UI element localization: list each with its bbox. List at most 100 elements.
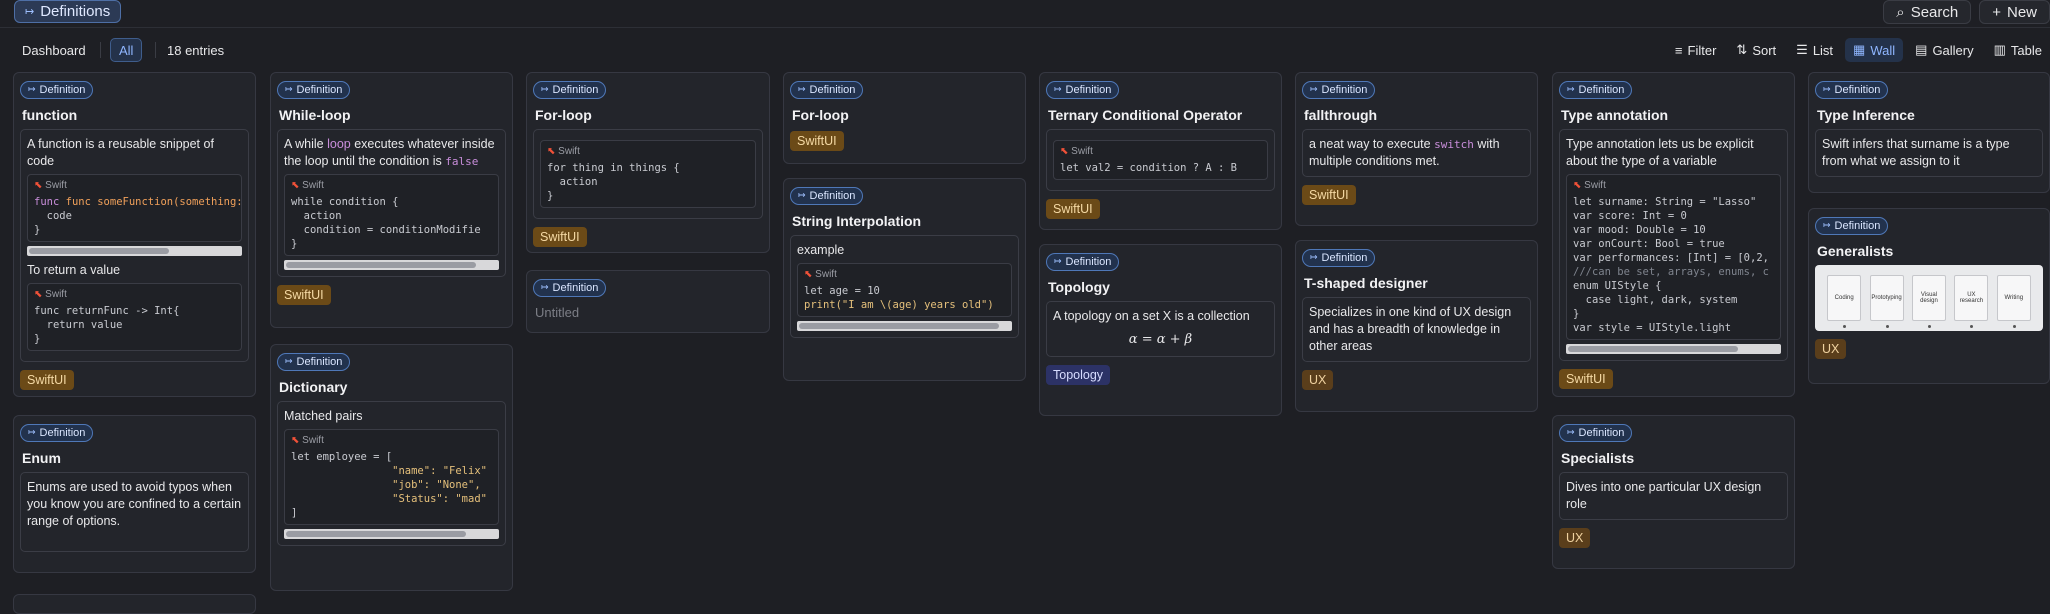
- definition-badge: ↦ Definition: [277, 80, 351, 99]
- card-enum[interactable]: ↦ Definition Enum Enums are used to avoid…: [13, 415, 256, 573]
- swift-icon: ⬉: [34, 288, 43, 300]
- definition-badge: ↦ Definition: [277, 352, 351, 371]
- definition-badge: ↦ Definition: [533, 278, 607, 297]
- scrollbar-thumb[interactable]: [799, 322, 999, 329]
- gallery-view-button[interactable]: ▤ Gallery: [1907, 38, 1981, 62]
- swift-icon: ⬉: [291, 434, 300, 446]
- tag-swiftui[interactable]: SwiftUI: [1559, 368, 1613, 389]
- card-partial[interactable]: [13, 594, 256, 614]
- card-ternary[interactable]: ↦ Definition Ternary Conditional Operator…: [1039, 72, 1282, 230]
- card-content: A while loop executes whatever inside th…: [277, 128, 506, 277]
- list-view-button[interactable]: ☰ List: [1788, 38, 1841, 62]
- swift-icon: ⬉: [547, 145, 556, 157]
- scrollbar-thumb[interactable]: [286, 530, 466, 537]
- definition-icon: ↦: [1567, 427, 1575, 437]
- tag-swiftui[interactable]: SwiftUI: [277, 284, 331, 305]
- card-dictionary[interactable]: ↦ Definition Dictionary Matched pairs ⬉ S…: [270, 344, 513, 591]
- wall-icon: ▦: [1853, 42, 1866, 57]
- tag-swiftui[interactable]: SwiftUI: [533, 226, 587, 247]
- new-button[interactable]: + New: [1979, 0, 2050, 24]
- generalist-skills-image: Coding Prototyping Visual design UX rese…: [1815, 264, 2043, 331]
- scrollbar-thumb[interactable]: [1568, 345, 1738, 352]
- definition-icon: ↦: [285, 356, 293, 366]
- card-type-annotation[interactable]: ↦ Definition Type annotation Type annotat…: [1552, 72, 1795, 397]
- card-type-inference[interactable]: ↦ Definition Type Inference Swift infers …: [1808, 72, 2050, 193]
- table-icon: ▥: [1993, 42, 2006, 57]
- card-content: ⬉ Swift let val2 = condition ? A : B: [1046, 128, 1275, 191]
- tag-ux[interactable]: UX: [1559, 527, 1591, 548]
- code-block: ⬉ Swift func returnFunc -> Int{ return va…: [27, 282, 242, 351]
- filter-icon: ≡: [1674, 42, 1683, 58]
- card-title: Enum: [22, 449, 61, 466]
- card-content: A topology on a set X is a collection α …: [1046, 300, 1275, 357]
- code-block: ⬉ Swift let surname: String = "Lasso" var…: [1566, 173, 1781, 340]
- top-actions: ⌕ Search + New: [1883, 0, 2050, 24]
- swift-language-label: ⬉ Swift: [34, 179, 67, 191]
- horizontal-scrollbar[interactable]: [27, 245, 242, 256]
- card-title: String Interpolation: [792, 212, 922, 229]
- horizontal-scrollbar[interactable]: [284, 259, 499, 270]
- code-block: ⬉ Swift func func someFunction(something:…: [27, 173, 242, 242]
- tag-topology[interactable]: Topology: [1046, 364, 1111, 385]
- code-block: ⬉ Swift let val2 = condition ? A : B: [1053, 139, 1268, 180]
- card-function[interactable]: ↦ Definition function A function is a reu…: [13, 72, 256, 397]
- card-topology[interactable]: ↦ Definition Topology A topology on a set…: [1039, 244, 1282, 416]
- card-t-shaped-designer[interactable]: ↦ Definition T-shaped designer Specialize…: [1295, 240, 1538, 412]
- horizontal-scrollbar[interactable]: [284, 528, 499, 539]
- wall-view-button[interactable]: ▦ Wall: [1845, 38, 1904, 62]
- horizontal-scrollbar[interactable]: [1566, 343, 1781, 354]
- card-untitled[interactable]: ↦ Definition Untitled: [526, 270, 770, 333]
- card-title: Topology: [1048, 278, 1110, 295]
- card-fallthrough[interactable]: ↦ Definition fallthrough a neat way to ex…: [1295, 72, 1538, 226]
- tag-ux[interactable]: UX: [1302, 369, 1334, 390]
- swift-language-label: ⬉ Swift: [291, 434, 324, 446]
- horizontal-scrollbar[interactable]: [797, 320, 1012, 331]
- definition-badge: ↦ Definition: [1559, 423, 1633, 442]
- search-button[interactable]: ⌕ Search: [1883, 0, 1972, 24]
- swift-icon: ⬉: [804, 268, 813, 280]
- card-for-loop[interactable]: ↦ Definition For-loop ⬉ Swift for thing in…: [526, 72, 770, 253]
- tag-swiftui[interactable]: SwiftUI: [1302, 184, 1356, 205]
- divider: [155, 42, 156, 58]
- tab-all[interactable]: All: [110, 38, 143, 62]
- database-title-button[interactable]: ↦ Definitions: [14, 0, 122, 23]
- definition-icon: ↦: [541, 282, 549, 292]
- definition-icon: ↦: [1054, 84, 1062, 94]
- tag-swiftui[interactable]: SwiftUI: [790, 130, 844, 151]
- card-note: To return a value: [27, 262, 121, 277]
- code-block: ⬉ Swift while condition { action conditio…: [284, 173, 499, 256]
- card-for-loop-2[interactable]: ↦ Definition For-loop SwiftUI: [783, 72, 1026, 164]
- sort-button[interactable]: ⇅ Sort: [1728, 38, 1784, 62]
- skill-column: Coding: [1827, 274, 1862, 328]
- definition-icon: ↦: [1823, 84, 1831, 94]
- card-title: For-loop: [792, 106, 849, 123]
- card-description: Enums are used to avoid typos when you k…: [20, 471, 249, 552]
- card-string-interpolation[interactable]: ↦ Definition String Interpolation example…: [783, 178, 1026, 381]
- card-description: A topology on a set X is a collection: [1053, 308, 1250, 323]
- math-formula: α = α + β: [1128, 331, 1193, 347]
- definition-icon: ↦: [798, 190, 806, 200]
- definition-badge: ↦ Definition: [1559, 80, 1633, 99]
- table-view-button[interactable]: ▥ Table: [1986, 38, 2050, 62]
- scrollbar-thumb[interactable]: [29, 247, 169, 254]
- swift-icon: ⬉: [1573, 179, 1582, 191]
- definition-badge: ↦ Definition: [1815, 80, 1889, 99]
- skill-column: Prototyping: [1869, 274, 1904, 328]
- definition-icon: ↦: [28, 427, 36, 437]
- card-description: a neat way to execute switch with multip…: [1302, 128, 1531, 177]
- definition-icon: ↦: [798, 84, 806, 94]
- tag-swiftui[interactable]: SwiftUI: [1046, 198, 1100, 219]
- card-specialists[interactable]: ↦ Definition Specialists Dives into one p…: [1552, 415, 1795, 569]
- tab-dashboard[interactable]: Dashboard: [22, 38, 86, 62]
- card-description: A function is a reusable snippet of code: [27, 136, 214, 168]
- card-generalists[interactable]: ↦ Definition Generalists Coding Prototypi…: [1808, 208, 2050, 384]
- code-block: ⬉ Swift for thing in things { action }: [540, 139, 756, 208]
- scrollbar-thumb[interactable]: [286, 261, 476, 268]
- definition-icon: ↦: [1054, 256, 1062, 266]
- filter-button[interactable]: ≡ Filter: [1667, 38, 1724, 62]
- tag-ux[interactable]: UX: [1815, 338, 1847, 359]
- tag-swiftui[interactable]: SwiftUI: [20, 369, 74, 390]
- code-block: ⬉ Swift let age = 10 print("I am \(age) y…: [797, 262, 1012, 317]
- skill-column: Visual design: [1911, 274, 1946, 328]
- card-while-loop[interactable]: ↦ Definition While-loop A while loop exec…: [270, 72, 513, 328]
